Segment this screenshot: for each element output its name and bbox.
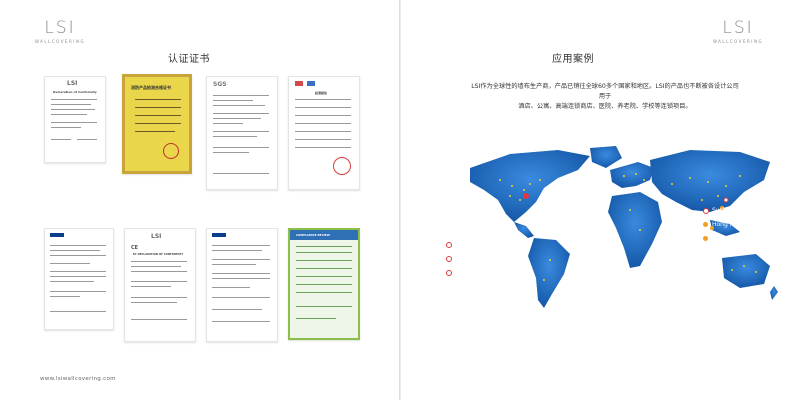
page-title-cases: 应用案例	[552, 54, 594, 65]
cert-heading: EC DECLARATION OF CONFORMITY	[133, 253, 184, 256]
location-label: Singapore Office	[712, 235, 762, 242]
intertek-logo	[212, 233, 226, 237]
location-marker-icon	[446, 270, 452, 276]
location-label: Hong Kong Office	[712, 221, 765, 228]
ce-mark: CE	[131, 245, 139, 251]
cert-brand: SGS	[213, 81, 227, 88]
asia-hub-marker	[723, 197, 729, 203]
certificate-fire-safety: 消防产品检测合格证书	[122, 74, 192, 174]
certificate-test-report: 检测报告	[288, 76, 360, 190]
cert-heading: Declaration of Conformity	[53, 90, 97, 94]
continent-australia	[722, 254, 770, 288]
continent-asia	[650, 150, 770, 212]
stamp-seal	[333, 157, 351, 175]
continent-europe	[610, 162, 654, 188]
footer-website-url: www.lsiwallcovering.com	[40, 376, 116, 382]
continent-south-america	[528, 238, 570, 308]
location-marker-icon	[703, 236, 708, 241]
intro-paragraph: LSI作为全球性的墙布生产商，产品已销往全球60多个国家和地区。LSI的产品也不…	[470, 82, 740, 112]
continent-north-america	[470, 150, 590, 222]
cert-brand: LSI	[67, 80, 78, 87]
cert-brand: LSI	[151, 233, 162, 240]
location-label: New Castle, IN	[455, 255, 499, 262]
report-logo	[307, 81, 315, 86]
intertek-logo	[50, 233, 64, 237]
brand-logo: LSI WALLCOVERING	[708, 18, 768, 45]
certificate-compliance-review: COMPLIANCE REVIEW	[288, 228, 360, 340]
continent-new-zealand	[770, 286, 778, 300]
continent-greenland	[590, 146, 622, 168]
cert-heading: 消防产品检测合格证书	[131, 85, 171, 90]
cert-heading: COMPLIANCE REVIEW	[296, 233, 330, 237]
stamp-seal	[163, 143, 179, 159]
logo-mark: LSI	[44, 18, 76, 38]
continent-africa	[608, 192, 662, 268]
logo-mark: LSI	[722, 18, 754, 38]
page-title-certificates: 认证证书	[168, 54, 210, 65]
cert-heading: 检测报告	[315, 91, 328, 95]
intro-line-1: LSI作为全球性的墙布生产商，产品已销往全球60多个国家和地区。LSI的产品也不…	[471, 83, 739, 100]
location-marker-icon	[446, 256, 452, 262]
report-logo	[295, 81, 303, 86]
brand-logo: LSI WALLCOVERING	[30, 18, 90, 45]
location-marker-icon	[703, 208, 709, 214]
left-page: LSI WALLCOVERING 认证证书 LSI Declaration of…	[0, 0, 399, 400]
certificate-ec-declaration: LSI CE EC DECLARATION OF CONFORMITY	[124, 228, 196, 342]
certificate-sgs: SGS	[206, 76, 278, 190]
certificate-declaration-of-conformity: LSI Declaration of Conformity	[44, 76, 106, 163]
brochure-spread: LSI WALLCOVERING 认证证书 LSI Declaration of…	[0, 0, 800, 400]
location-marker-icon	[446, 242, 452, 248]
us-hub-marker	[523, 193, 529, 199]
certificate-intertek-2	[206, 228, 278, 342]
logo-tagline: WALLCOVERING	[712, 39, 764, 44]
location-label: Suzhou, China	[712, 207, 755, 214]
logo-tagline: WALLCOVERING	[34, 39, 86, 44]
world-map	[470, 146, 778, 308]
location-marker-icon	[703, 222, 708, 227]
location-label: New Albany, IN	[455, 269, 501, 276]
intro-line-2: 酒店、公寓、高端连锁商店、医院、养老院、学校等连锁项目。	[518, 103, 692, 110]
certificate-intertek-1	[44, 228, 114, 330]
location-label: Louisville, KY	[455, 241, 494, 248]
continent-central-america	[514, 222, 534, 238]
